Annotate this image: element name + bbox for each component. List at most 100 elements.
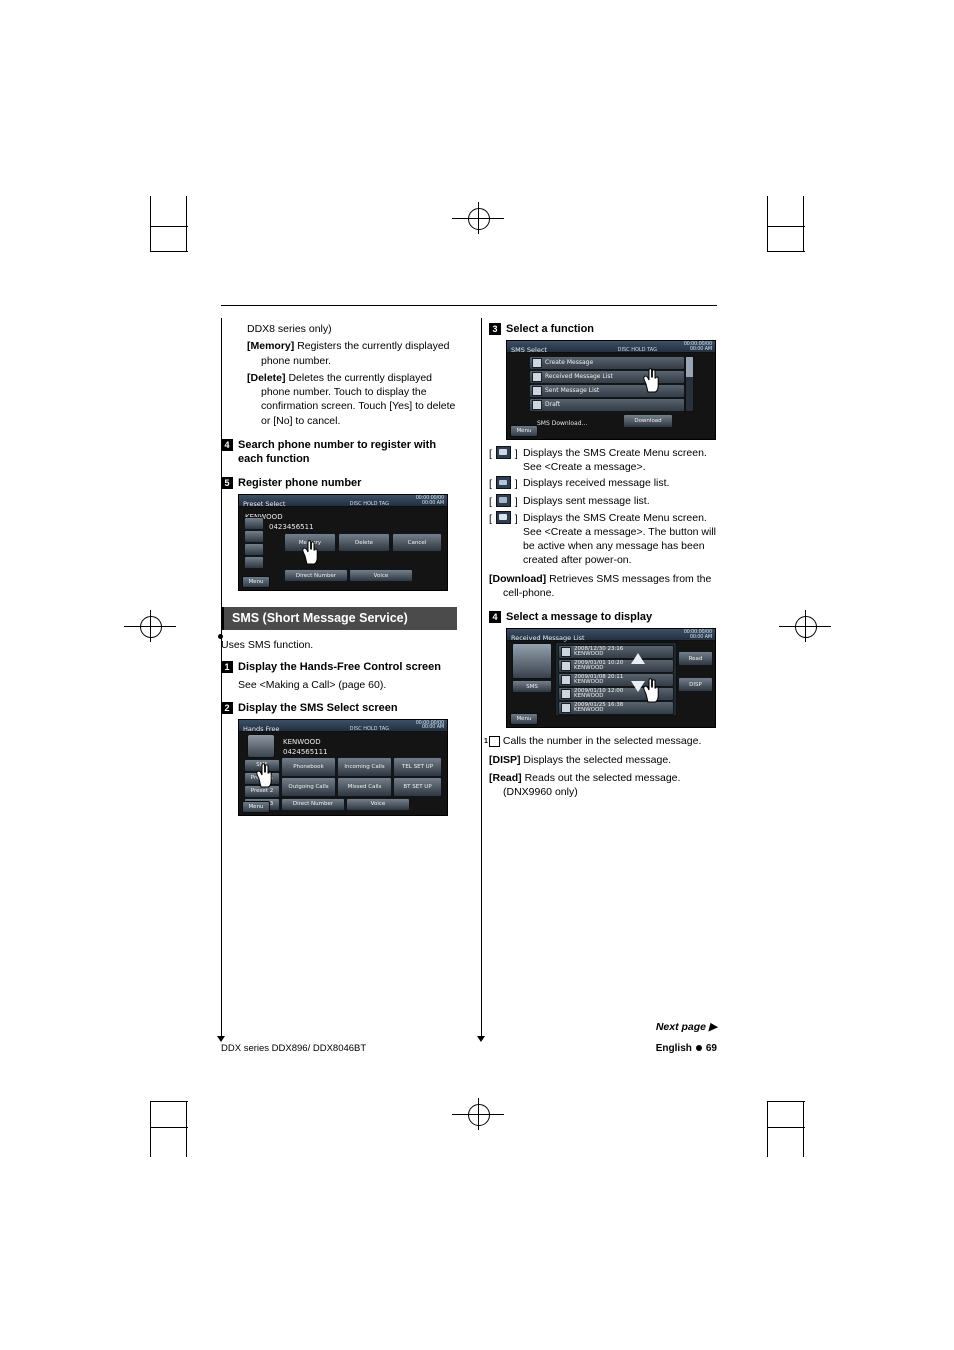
sms-select-statusbar: SMS Select DISC HOLD TAG 00:00:00/00 00:…: [507, 341, 715, 354]
preset-button-2[interactable]: [244, 530, 264, 544]
preset-1-button[interactable]: Preset 1: [244, 771, 280, 785]
sms-row-received-list[interactable]: Received Message List: [529, 370, 685, 384]
scroll-down-arrow-icon[interactable]: [631, 681, 645, 693]
step-5-heading: 5 Register phone number: [221, 476, 457, 490]
draft-message-icon: [495, 510, 511, 524]
right-column: 3 Select a function SMS Select DISC HOLD…: [484, 322, 725, 802]
sms-row-create-message[interactable]: Create Message: [529, 356, 685, 370]
hands-free-status-right: 00:00:00/00 00:00 AM: [415, 719, 445, 731]
scroll-up-arrow-icon[interactable]: [631, 653, 645, 665]
footer-page-info: English 69: [656, 1043, 717, 1054]
footer-model-info: DDX series DDX896/ DDX8046BT: [221, 1043, 367, 1054]
rml-message-4: 2009/01/10 12:00 KENWOOD: [574, 688, 624, 700]
preset-button-3[interactable]: [244, 543, 264, 557]
hands-free-screenshot: Hands Free DISC HOLD TAG 00:00:00/00 00:…: [238, 718, 448, 816]
sms-row-sent-list[interactable]: Sent Message List: [529, 384, 685, 398]
delete-desc: Deletes the currently displayed phone nu…: [261, 371, 456, 427]
bt-setup-button[interactable]: BT SET UP: [393, 776, 442, 797]
preset-button-4[interactable]: [244, 556, 264, 570]
rml-message-3: 2009/01/08 20:11 KENWOOD: [574, 674, 624, 686]
draft-message-icon: [532, 400, 542, 410]
incoming-calls-button[interactable]: Incoming Calls: [337, 756, 392, 777]
step-3-heading: 3 Select a function: [489, 322, 725, 336]
voice-button[interactable]: Voice: [349, 569, 413, 583]
rml-read-button[interactable]: Read: [678, 651, 713, 667]
phonebook-button[interactable]: Phonebook: [281, 756, 336, 777]
step-4r-heading: 4 Select a message to display: [489, 610, 725, 624]
rml-sms-tab[interactable]: SMS: [512, 680, 552, 694]
sent-message-icon: [495, 493, 511, 507]
sms-select-scrollthumb[interactable]: [686, 357, 693, 377]
sms-download-label: SMS Download...: [537, 420, 588, 427]
footer-page-number: 69: [705, 1043, 717, 1054]
step-1-desc: See <Making a Call> (page 60).: [238, 678, 387, 691]
series-note: DDX8 series only): [247, 323, 332, 335]
preset-select-status-right: 00:00:00/00 00:00 AM: [415, 495, 445, 506]
hands-free-statusbar: Hands Free DISC HOLD TAG 00:00:00/00 00:…: [239, 719, 447, 733]
hf-voice-button[interactable]: Voice: [346, 797, 410, 811]
sms-download-button[interactable]: Download: [623, 414, 673, 428]
message-icon: [561, 647, 571, 658]
delete-button[interactable]: Delete: [338, 533, 390, 553]
direct-number-button[interactable]: Direct Number: [284, 569, 348, 583]
rml-message-row-1[interactable]: 2008/12/30 23:16 KENWOOD: [558, 645, 674, 660]
bullet-received-message: [ ] Displays received message list.: [489, 476, 725, 491]
step-2-number: 2: [221, 701, 233, 714]
message-icon-2: [561, 661, 571, 672]
manual-page: DDX8 series only) [Memory] Registers the…: [0, 0, 954, 1350]
bullet-draft-message-icon-bracket: [ ]: [489, 510, 518, 525]
menu-button[interactable]: Menu: [242, 576, 270, 589]
hf-menu-button[interactable]: Menu: [242, 800, 270, 813]
rml-message-row-3[interactable]: 2009/01/08 20:11 KENWOOD: [558, 673, 674, 688]
bullet-received-message-icon-bracket: [ ]: [489, 476, 518, 491]
sms-select-screenshot: SMS Select DISC HOLD TAG 00:00:00/00 00:…: [506, 340, 716, 440]
sms-menu-button[interactable]: Menu: [510, 425, 538, 437]
rml-disp-button[interactable]: DISP: [678, 677, 713, 693]
sms-row-received-list-label: Received Message List: [545, 372, 613, 380]
step-4r-text: Select a message to display: [506, 611, 653, 624]
sms-row-draft[interactable]: Draft: [529, 398, 685, 412]
bullet-create-message-desc: Displays the SMS Create Menu screen. See…: [523, 447, 707, 474]
bullet-sent-message-desc: Displays sent message list.: [523, 494, 650, 507]
sms-button[interactable]: SMS: [244, 758, 280, 772]
step-3-text: Select a function: [506, 323, 595, 335]
missed-calls-button[interactable]: Missed Calls: [337, 776, 392, 797]
disp-desc: Displays the selected message.: [523, 753, 672, 766]
bullet-received-message-desc: Displays received message list.: [523, 477, 670, 490]
preset-button-1[interactable]: [244, 517, 264, 531]
call-entry: 1 Calls the number in the selected messa…: [484, 734, 725, 748]
sms-row-sent-list-label: Sent Message List: [545, 386, 600, 394]
bullet-draft-message: [ ] Displays the SMS Create Menu screen.…: [489, 510, 725, 568]
hands-free-status-mid: DISC HOLD TAG: [349, 725, 389, 732]
sms-row-draft-label: Draft: [545, 400, 561, 408]
rml-statusbar: Received Message List 00:00:00/00 00:00 …: [507, 629, 715, 642]
rml-message-row-5[interactable]: 2009/01/25 16:38 KENWOOD: [558, 701, 674, 716]
bullet-sent-message-icon-bracket: [ ]: [489, 493, 518, 508]
tel-setup-button[interactable]: TEL SET UP: [393, 756, 442, 777]
cancel-button[interactable]: Cancel: [392, 533, 442, 553]
sms-select-scrollbar[interactable]: [685, 356, 694, 412]
bullet-sent-message: [ ] Displays sent message list.: [489, 493, 725, 509]
step-5-number: 5: [221, 477, 233, 490]
rml-list[interactable]: 2008/12/30 23:16 KENWOOD 2009/01/01 10:20…: [555, 642, 677, 717]
right-flow-arrow: [477, 1036, 485, 1042]
hf-direct-number-button[interactable]: Direct Number: [281, 797, 345, 811]
function-bullets: [ ] Displays the SMS Create Menu screen.…: [489, 446, 725, 568]
preset-2-button[interactable]: Preset 2: [244, 784, 280, 798]
step-1-text: Display the Hands-Free Control screen: [238, 660, 441, 673]
rml-message-2: 2009/01/01 10:20 KENWOOD: [574, 660, 624, 672]
rml-preview-thumb: [512, 643, 552, 680]
rml-menu-button[interactable]: Menu: [510, 713, 538, 726]
step-2-heading: 2 Display the SMS Select screen: [221, 701, 457, 715]
rml-message-1: 2008/12/30 23:16 KENWOOD: [574, 646, 624, 658]
rml-message-row-2[interactable]: 2009/01/01 10:20 KENWOOD: [558, 659, 674, 674]
read-desc: Reads out the selected message. (DNX9960…: [503, 771, 681, 799]
step-2-text: Display the SMS Select screen: [238, 701, 398, 714]
delete-label: [Delete]: [247, 371, 286, 384]
memory-button[interactable]: Memory: [284, 533, 336, 553]
left-column: DDX8 series only) [Memory] Registers the…: [221, 322, 457, 822]
step-1-number: 1: [221, 660, 233, 673]
outgoing-calls-button[interactable]: Outgoing Calls: [281, 776, 336, 797]
rml-message-row-4[interactable]: 2009/01/10 12:00 KENWOOD: [558, 687, 674, 702]
rml-message-5: 2009/01/25 16:38 KENWOOD: [574, 702, 624, 714]
